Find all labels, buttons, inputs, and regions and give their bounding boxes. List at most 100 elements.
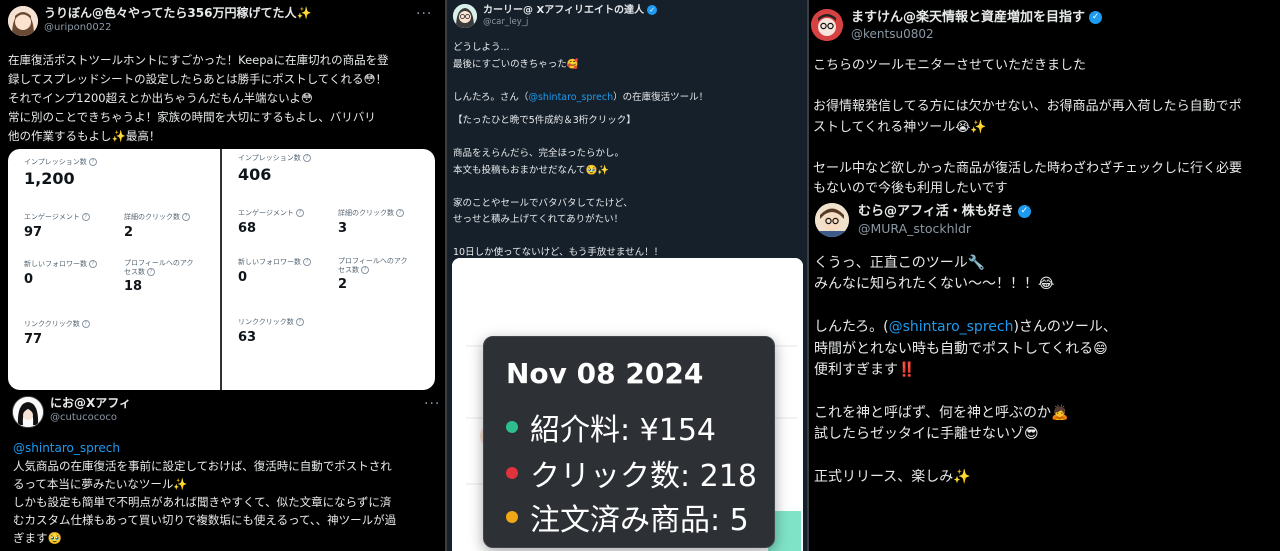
info-icon: ? — [396, 209, 404, 217]
tweet-text: こちらのツールモニターさせていただきました お得情報発信してる方には欠かせない、… — [813, 58, 1243, 196]
avatar-illustration-icon — [13, 397, 43, 427]
display-name[interactable]: うりぼん@色々やってたら356万円稼げてた人✨ — [44, 6, 311, 21]
avatar[interactable] — [8, 6, 38, 36]
metric-engagement: エンゲージメント? 68 — [238, 208, 304, 236]
display-name[interactable]: むら@アフィ活・株も好き — [858, 204, 1014, 219]
legend-dot-orange-icon — [506, 511, 518, 523]
display-name[interactable]: カーリー@ Xアフィリエイトの達人 — [483, 5, 644, 16]
metric-impressions: インプレッション数? 1,200 — [24, 157, 97, 188]
more-options-icon[interactable]: ··· — [424, 396, 440, 412]
mention-link[interactable]: @shintaro_sprech — [528, 92, 613, 103]
tooltip-date: Nov 08 2024 — [506, 357, 704, 390]
metric-value: 2 — [338, 277, 348, 292]
tooltip-value: 注文済み商品: 5 — [530, 503, 749, 538]
analytics-card: インプレッション数? 1,200 エンゲージメント? 97 詳細のクリック数? … — [8, 149, 435, 390]
display-name[interactable]: にお@Xアフィ — [50, 396, 131, 411]
avatar[interactable] — [453, 4, 477, 28]
info-icon: ? — [81, 320, 90, 328]
card-divider — [220, 149, 222, 390]
metric-label: 詳細のクリック数 — [338, 209, 394, 217]
metric-impressions: インプレッション数? 406 — [238, 153, 311, 184]
tweet-text-part2: 【たったひと晩で5件成約＆3桁クリック】 商品をえらんだら、完全ほったらかし。 … — [453, 115, 664, 258]
info-icon: ? — [81, 213, 90, 221]
chart-tooltip: Nov 08 2024 紹介料: ¥154 クリック数: 218 注文済み商品:… — [483, 336, 775, 548]
metric-value: 68 — [238, 221, 257, 236]
metric-value: 0 — [24, 272, 34, 287]
user-handle[interactable]: @kentsu0802 — [851, 26, 1102, 42]
metric-label: 新しいフォロワー数 — [24, 260, 87, 268]
user-handle[interactable]: @car_ley_j — [483, 17, 657, 28]
avatar-illustration-icon — [811, 9, 843, 41]
legend-dot-red-icon — [506, 467, 518, 479]
avatar[interactable] — [815, 203, 849, 237]
avatar-illustration-icon — [8, 6, 38, 36]
verified-badge-icon: ✓ — [1017, 205, 1031, 218]
metric-label: エンゲージメント — [24, 213, 80, 221]
user-handle[interactable]: @uripon0022 — [44, 21, 311, 34]
tweet-header-uripon: うりぼん@色々やってたら356万円稼げてた人✨ @uripon0022 — [8, 6, 311, 36]
metric-link-clicks: リンククリック数? 63 — [238, 317, 304, 345]
metric-label: 新しいフォロワー数 — [238, 258, 301, 266]
info-icon: ? — [89, 260, 97, 268]
metric-value: 1,200 — [24, 169, 75, 188]
metric-detail-clicks: 詳細のクリック数? 3 — [338, 208, 404, 236]
tweet-text: ）の在庫復活ツール！ — [613, 91, 709, 103]
avatar-illustration-icon — [453, 4, 477, 28]
tweet-column-3: ますけん@楽天情報と資産増加を目指す ✓ @kentsu0802 こちらのツール… — [809, 0, 1280, 551]
metric-value: 0 — [238, 270, 248, 285]
user-handle[interactable]: @cutucococo — [50, 411, 131, 424]
metric-value: 406 — [238, 165, 272, 184]
avatar[interactable] — [12, 396, 44, 428]
info-icon: ? — [303, 258, 311, 266]
metric-new-followers: 新しいフォロワー数? 0 — [24, 259, 97, 287]
metric-value: 77 — [24, 332, 43, 347]
metric-profile-access: プロフィールへのアク セス数? 2 — [338, 257, 408, 292]
mention-link[interactable]: @shintaro_sprech — [889, 319, 1014, 335]
display-name[interactable]: ますけん@楽天情報と資産増加を目指す — [851, 10, 1085, 25]
verified-badge-icon: ✓ — [647, 5, 658, 15]
mention-link[interactable]: @shintaro_sprech — [13, 439, 120, 457]
user-handle[interactable]: @MURA_stockhldr — [858, 220, 1031, 237]
tooltip-value: クリック数: 218 — [530, 459, 757, 494]
metric-value: 2 — [124, 225, 134, 240]
metric-label: プロフィールへのアク セス数 — [338, 257, 408, 274]
metric-label: インプレッション数 — [238, 154, 301, 162]
info-icon: ? — [182, 213, 190, 221]
metric-value: 97 — [24, 225, 43, 240]
tooltip-value: 紹介料: ¥154 — [530, 413, 716, 448]
metric-label: リンククリック数 — [238, 318, 294, 326]
info-icon: ? — [361, 266, 369, 274]
metric-label: エンゲージメント — [238, 209, 294, 217]
metric-label: プロフィールへのアク セス数 — [124, 259, 194, 276]
metric-new-followers: 新しいフォロワー数? 0 — [238, 257, 311, 285]
tweet-header-nio: にお@Xアフィ @cutucococo — [12, 396, 131, 428]
info-icon: ? — [88, 158, 97, 166]
more-options-icon[interactable]: ··· — [416, 6, 432, 22]
tooltip-row-referral-fee: 紹介料: ¥154 — [506, 405, 716, 449]
tooltip-row-clicks: クリック数: 218 — [506, 451, 757, 495]
metric-engagement: エンゲージメント? 97 — [24, 212, 90, 240]
tweet-text: )さんのツール、 時間がとれない時も自動でポストしてくれる😄 便利すぎます‼️ … — [814, 319, 1117, 486]
tweet-text-block: くうっ、正直このツール🔧 みんなに知られたくない〜〜！！！😂 しんたろ。(@sh… — [814, 253, 1280, 488]
avatar-illustration-icon — [815, 203, 849, 237]
tweet-header-carley: カーリー@ Xアフィリエイトの達人 ✓ @car_ley_j — [453, 4, 658, 28]
metric-value: 18 — [124, 279, 143, 294]
tweet-column-1: うりぼん@色々やってたら356万円稼げてた人✨ @uripon0022 ··· … — [0, 0, 445, 551]
tweet-text-part1: どうしよう... 最後にすごいのきちゃった🥰 しんたろ。さん（@shintaro… — [453, 40, 803, 106]
tweet-text: 人気商品の在庫復活を事前に設定しておけば、復活時に自動でポストされ るって本当に… — [13, 459, 397, 545]
tweet-text: 在庫復活ポストツールホントにすごかった！Keepaに在庫切れの商品を登 録してス… — [8, 53, 389, 143]
avatar[interactable] — [811, 9, 843, 41]
metric-detail-clicks: 詳細のクリック数? 2 — [124, 212, 190, 240]
metric-link-clicks: リンククリック数? 77 — [24, 319, 90, 347]
tweet-header-mura: むら@アフィ活・株も好き ✓ @MURA_stockhldr — [815, 203, 1031, 237]
metric-label: インプレッション数 — [24, 158, 87, 166]
metric-label: リンククリック数 — [24, 320, 80, 328]
legend-dot-green-icon — [506, 421, 518, 433]
tooltip-row-ordered-items: 注文済み商品: 5 — [506, 495, 749, 539]
info-icon: ? — [302, 154, 311, 162]
tweet-header-masuken: ますけん@楽天情報と資産増加を目指す ✓ @kentsu0802 — [811, 9, 1103, 42]
info-icon: ? — [295, 318, 304, 326]
verified-badge-icon: ✓ — [1089, 11, 1103, 24]
metric-value: 3 — [338, 221, 348, 236]
info-icon: ? — [295, 209, 304, 217]
